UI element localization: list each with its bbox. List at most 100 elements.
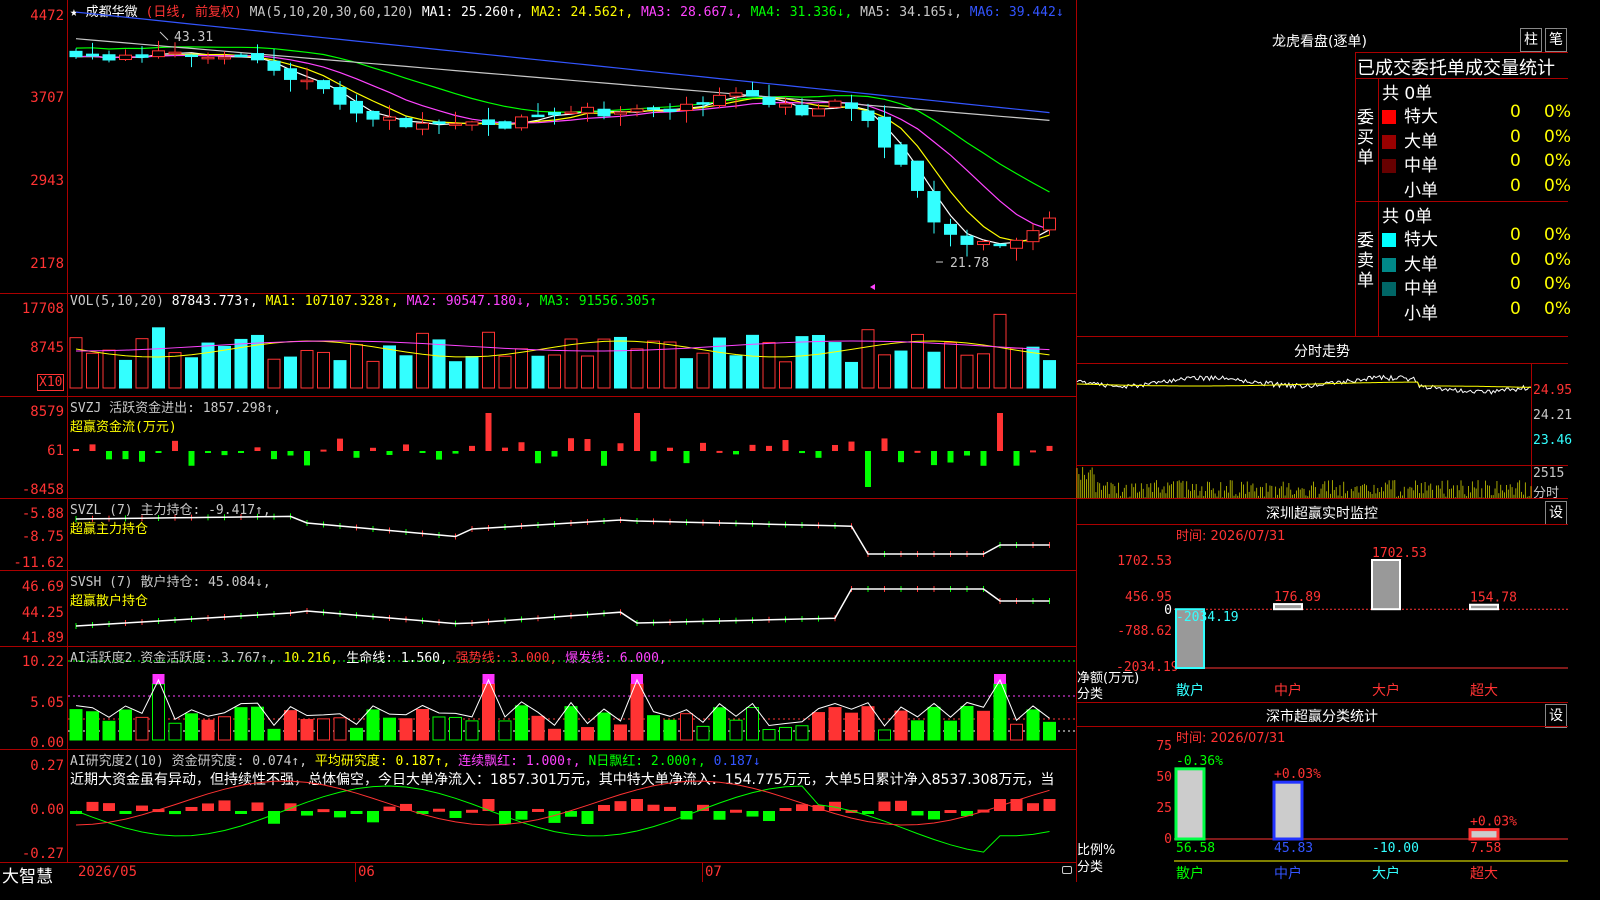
sz-xlabel: 分类 xyxy=(1077,687,1104,702)
research-bar xyxy=(878,801,891,811)
volume-bar xyxy=(779,361,792,389)
volume-bar xyxy=(581,355,594,389)
ratio-value-label: 56.58 xyxy=(1176,841,1215,856)
candle-body xyxy=(218,56,231,60)
activity-bar xyxy=(449,716,462,741)
order-row: 小单 xyxy=(1382,299,1438,324)
research-bar xyxy=(136,805,148,811)
order-type: 特大 xyxy=(1404,107,1438,127)
research-bar xyxy=(730,809,742,813)
vol-y-1: 17708 xyxy=(21,301,64,317)
candle-body xyxy=(267,60,281,71)
flow-bar xyxy=(287,451,294,456)
flow-bar xyxy=(172,440,178,451)
activity-bar xyxy=(69,709,83,741)
flow-bar xyxy=(865,451,871,487)
candle-body xyxy=(1043,217,1056,231)
candle-body xyxy=(168,51,182,55)
candle-body xyxy=(713,94,726,106)
volume-bar xyxy=(86,352,99,389)
activity-bar xyxy=(894,710,908,741)
order-type: 小单 xyxy=(1404,180,1438,201)
order-stats-tab[interactable]: 已成交委托单成交量统计 xyxy=(1357,54,1555,80)
intraday-chart[interactable] xyxy=(1076,364,1532,498)
flow-bar xyxy=(304,451,310,466)
research-bar xyxy=(598,804,610,811)
research-bar xyxy=(169,811,181,815)
intraday-p3: 23.46 xyxy=(1533,433,1573,448)
volume-chart xyxy=(69,313,1056,389)
flow-bar xyxy=(370,447,376,451)
flow-bar xyxy=(617,443,624,451)
flow-bar xyxy=(106,451,112,460)
flow-bar xyxy=(980,451,987,466)
sz-monitor-settings-button[interactable]: 设 xyxy=(1545,501,1567,525)
volume-bar xyxy=(531,355,545,389)
sz-class-settings-button[interactable]: 设 xyxy=(1545,704,1567,728)
category-label: 大户 xyxy=(1372,682,1400,699)
flow-bar xyxy=(832,444,838,451)
volume-bar xyxy=(333,360,347,389)
bar-mode-button[interactable]: 柱 xyxy=(1520,28,1542,52)
candlestick-chart[interactable] xyxy=(68,0,1076,293)
intraday-title[interactable]: 分时走势 xyxy=(1076,341,1568,361)
candle-body xyxy=(812,108,825,117)
ma-line xyxy=(75,38,1050,121)
activity-bar xyxy=(498,720,512,741)
research-bar xyxy=(86,801,99,811)
flow-bar xyxy=(815,451,822,458)
ma-line xyxy=(75,54,1050,231)
candle-body xyxy=(993,243,1007,247)
candle-body xyxy=(746,90,759,97)
activity-bar xyxy=(350,727,363,741)
lock-icon[interactable] xyxy=(1062,866,1072,874)
research-bar xyxy=(779,808,792,812)
activity-bar xyxy=(548,728,561,741)
vol-unit[interactable]: X10 xyxy=(37,374,65,391)
candle-body xyxy=(317,80,330,90)
flow-bar xyxy=(964,451,970,456)
candle-body xyxy=(465,121,479,126)
flow-bar xyxy=(139,451,145,462)
ma-line xyxy=(75,46,1050,193)
activity-bar xyxy=(432,716,446,741)
activity-chart xyxy=(68,660,1076,741)
order-percent: 0% xyxy=(1544,175,1571,196)
tick-mode-button[interactable]: 笔 xyxy=(1545,28,1567,52)
volume-bar xyxy=(267,358,281,389)
activity-bar xyxy=(663,719,677,741)
volume-bar xyxy=(960,354,974,389)
order-type: 大单 xyxy=(1404,254,1438,275)
ai1-y-2: 5.05 xyxy=(30,695,64,711)
candle-body xyxy=(251,53,264,61)
research-bar xyxy=(449,811,462,818)
activity-bar xyxy=(630,683,644,741)
candle-body xyxy=(152,50,165,58)
brand-logo[interactable]: 大智慧 xyxy=(2,862,53,887)
color-swatch xyxy=(1382,282,1396,296)
research-chart xyxy=(70,780,1056,853)
volume-bar xyxy=(993,313,1007,389)
main-y-1: 4472 xyxy=(30,8,64,24)
bar-value-label: 1702.53 xyxy=(1372,546,1427,561)
bar-value-label: 154.78 xyxy=(1470,591,1517,606)
flow-bar xyxy=(502,447,508,451)
research-bar xyxy=(367,811,379,823)
intraday-p1: 24.95 xyxy=(1533,383,1573,398)
research-bar xyxy=(944,810,957,814)
candle-body xyxy=(663,108,677,112)
candle-body xyxy=(795,104,809,116)
svsh-y-2: 44.25 xyxy=(21,605,64,621)
volume-bar xyxy=(416,332,429,389)
volume-bar xyxy=(350,344,363,389)
activity-bar xyxy=(597,712,611,741)
sz-class-title: 深市超赢分类统计 xyxy=(1266,709,1378,725)
category-label: 超大 xyxy=(1470,683,1498,699)
order-row: 中单 xyxy=(1382,151,1438,176)
activity-bar xyxy=(218,716,231,741)
research-bar xyxy=(928,811,940,820)
research-bar xyxy=(433,808,445,812)
activity-bar xyxy=(779,726,792,741)
activity-bar xyxy=(878,729,891,741)
candle-body xyxy=(234,54,248,58)
